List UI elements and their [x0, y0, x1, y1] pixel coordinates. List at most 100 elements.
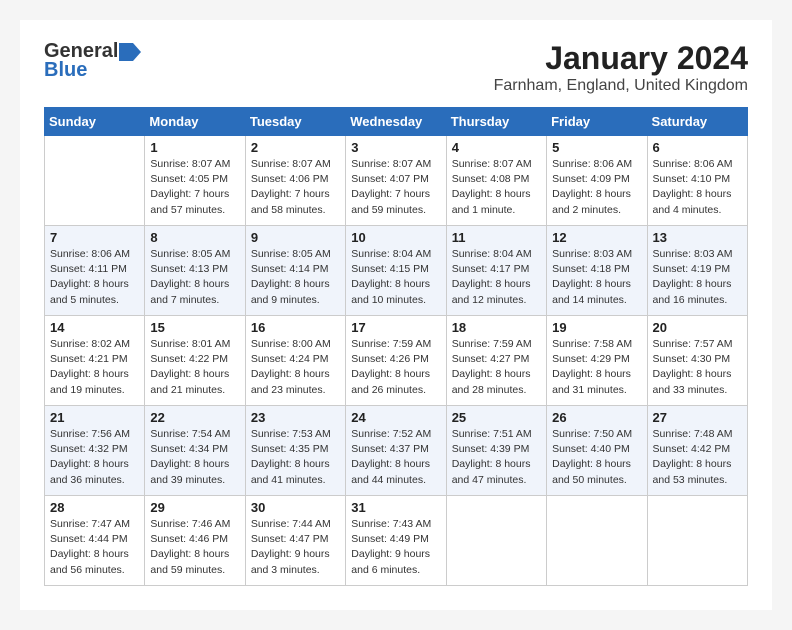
title-block: January 2024 Farnham, England, United Ki…	[494, 40, 748, 95]
calendar-cell: 14 Sunrise: 8:02 AM Sunset: 4:21 PM Dayli…	[45, 316, 145, 406]
calendar-cell	[647, 496, 747, 586]
calendar-cell: 11 Sunrise: 8:04 AM Sunset: 4:17 PM Dayli…	[446, 226, 546, 316]
day-number: 18	[452, 320, 541, 335]
day-info: Sunrise: 7:59 AM Sunset: 4:26 PM Dayligh…	[351, 337, 440, 398]
day-info: Sunrise: 8:04 AM Sunset: 4:17 PM Dayligh…	[452, 247, 541, 308]
calendar-cell: 29Sunrise: 7:46 AM Sunset: 4:46 PM Dayli…	[145, 496, 245, 586]
day-number: 19	[552, 320, 641, 335]
day-number: 5	[552, 140, 641, 155]
day-info: Sunrise: 8:07 AM Sunset: 4:05 PM Dayligh…	[150, 157, 239, 218]
calendar-cell: 30 Sunrise: 7:44 AM Sunset: 4:47 PM Dayli…	[245, 496, 345, 586]
calendar-cell: 16Sunrise: 8:00 AM Sunset: 4:24 PM Dayli…	[245, 316, 345, 406]
calendar-cell	[547, 496, 647, 586]
calendar-cell: 20 Sunrise: 7:57 AM Sunset: 4:30 PM Dayli…	[647, 316, 747, 406]
calendar-week-row: 28 Sunrise: 7:47 AM Sunset: 4:44 PM Dayli…	[45, 496, 748, 586]
day-info: Sunrise: 7:52 AM Sunset: 4:37 PM Dayligh…	[351, 427, 440, 488]
calendar-cell: 6Sunrise: 8:06 AM Sunset: 4:10 PM Daylig…	[647, 136, 747, 226]
day-info: Sunrise: 8:03 AM Sunset: 4:18 PM Dayligh…	[552, 247, 641, 308]
day-info: Sunrise: 8:06 AM Sunset: 4:10 PM Dayligh…	[653, 157, 742, 218]
calendar-cell: 1Sunrise: 8:07 AM Sunset: 4:05 PM Daylig…	[145, 136, 245, 226]
day-info: Sunrise: 7:54 AM Sunset: 4:34 PM Dayligh…	[150, 427, 239, 488]
day-number: 14	[50, 320, 139, 335]
calendar-cell: 19 Sunrise: 7:58 AM Sunset: 4:29 PM Dayli…	[547, 316, 647, 406]
calendar-cell: 25 Sunrise: 7:51 AM Sunset: 4:39 PM Dayli…	[446, 406, 546, 496]
day-number: 22	[150, 410, 239, 425]
day-number: 21	[50, 410, 139, 425]
calendar-cell: 12 Sunrise: 8:03 AM Sunset: 4:18 PM Dayli…	[547, 226, 647, 316]
day-number: 23	[251, 410, 340, 425]
calendar-cell: 24 Sunrise: 7:52 AM Sunset: 4:37 PM Dayli…	[346, 406, 446, 496]
calendar-cell: 8Sunrise: 8:05 AM Sunset: 4:13 PM Daylig…	[145, 226, 245, 316]
day-number: 29	[150, 500, 239, 515]
day-number: 31	[351, 500, 440, 515]
calendar-cell: 9 Sunrise: 8:05 AM Sunset: 4:14 PM Daylig…	[245, 226, 345, 316]
calendar-header-cell: Friday	[547, 108, 647, 136]
page: General Blue January 2024 Farnham, Engla…	[20, 20, 772, 610]
day-info: Sunrise: 7:56 AM Sunset: 4:32 PM Dayligh…	[50, 427, 139, 488]
calendar-cell: 22 Sunrise: 7:54 AM Sunset: 4:34 PM Dayli…	[145, 406, 245, 496]
day-info: Sunrise: 8:01 AM Sunset: 4:22 PM Dayligh…	[150, 337, 239, 398]
calendar-cell: 28 Sunrise: 7:47 AM Sunset: 4:44 PM Dayli…	[45, 496, 145, 586]
page-title: January 2024	[494, 40, 748, 77]
day-number: 4	[452, 140, 541, 155]
day-info: Sunrise: 8:07 AM Sunset: 4:08 PM Dayligh…	[452, 157, 541, 218]
calendar-cell	[446, 496, 546, 586]
calendar-cell: 31 Sunrise: 7:43 AM Sunset: 4:49 PM Dayli…	[346, 496, 446, 586]
day-info: Sunrise: 8:07 AM Sunset: 4:06 PM Dayligh…	[251, 157, 340, 218]
calendar-header-row: SundayMondayTuesdayWednesdayThursdayFrid…	[45, 108, 748, 136]
day-info: Sunrise: 7:44 AM Sunset: 4:47 PM Dayligh…	[251, 517, 340, 578]
day-number: 7	[50, 230, 139, 245]
calendar-cell: 5 Sunrise: 8:06 AM Sunset: 4:09 PM Daylig…	[547, 136, 647, 226]
logo-blue-text: Blue	[44, 59, 87, 82]
day-number: 28	[50, 500, 139, 515]
day-info: Sunrise: 8:06 AM Sunset: 4:09 PM Dayligh…	[552, 157, 641, 218]
day-info: Sunrise: 7:50 AM Sunset: 4:40 PM Dayligh…	[552, 427, 641, 488]
day-number: 9	[251, 230, 340, 245]
header: General Blue January 2024 Farnham, Engla…	[44, 40, 748, 95]
day-number: 3	[351, 140, 440, 155]
calendar-cell: 13Sunrise: 8:03 AM Sunset: 4:19 PM Dayli…	[647, 226, 747, 316]
calendar-header-cell: Tuesday	[245, 108, 345, 136]
day-info: Sunrise: 8:04 AM Sunset: 4:15 PM Dayligh…	[351, 247, 440, 308]
calendar-cell	[45, 136, 145, 226]
day-number: 26	[552, 410, 641, 425]
day-info: Sunrise: 8:05 AM Sunset: 4:14 PM Dayligh…	[251, 247, 340, 308]
day-info: Sunrise: 7:43 AM Sunset: 4:49 PM Dayligh…	[351, 517, 440, 578]
calendar-cell: 10 Sunrise: 8:04 AM Sunset: 4:15 PM Dayli…	[346, 226, 446, 316]
calendar-cell: 15Sunrise: 8:01 AM Sunset: 4:22 PM Dayli…	[145, 316, 245, 406]
calendar-cell: 2 Sunrise: 8:07 AM Sunset: 4:06 PM Daylig…	[245, 136, 345, 226]
calendar-cell: 4 Sunrise: 8:07 AM Sunset: 4:08 PM Daylig…	[446, 136, 546, 226]
calendar-cell: 18 Sunrise: 7:59 AM Sunset: 4:27 PM Dayli…	[446, 316, 546, 406]
calendar-table: SundayMondayTuesdayWednesdayThursdayFrid…	[44, 107, 748, 586]
day-info: Sunrise: 8:06 AM Sunset: 4:11 PM Dayligh…	[50, 247, 139, 308]
calendar-cell: 7 Sunrise: 8:06 AM Sunset: 4:11 PM Daylig…	[45, 226, 145, 316]
calendar-header-cell: Monday	[145, 108, 245, 136]
day-info: Sunrise: 7:59 AM Sunset: 4:27 PM Dayligh…	[452, 337, 541, 398]
calendar-week-row: 14 Sunrise: 8:02 AM Sunset: 4:21 PM Dayli…	[45, 316, 748, 406]
day-number: 30	[251, 500, 340, 515]
day-number: 16	[251, 320, 340, 335]
day-number: 10	[351, 230, 440, 245]
day-info: Sunrise: 7:47 AM Sunset: 4:44 PM Dayligh…	[50, 517, 139, 578]
day-number: 2	[251, 140, 340, 155]
day-info: Sunrise: 8:02 AM Sunset: 4:21 PM Dayligh…	[50, 337, 139, 398]
calendar-header-cell: Sunday	[45, 108, 145, 136]
day-info: Sunrise: 7:51 AM Sunset: 4:39 PM Dayligh…	[452, 427, 541, 488]
day-number: 24	[351, 410, 440, 425]
page-subtitle: Farnham, England, United Kingdom	[494, 77, 748, 95]
day-number: 20	[653, 320, 742, 335]
day-info: Sunrise: 7:48 AM Sunset: 4:42 PM Dayligh…	[653, 427, 742, 488]
day-number: 11	[452, 230, 541, 245]
day-number: 25	[452, 410, 541, 425]
day-number: 17	[351, 320, 440, 335]
day-info: Sunrise: 8:05 AM Sunset: 4:13 PM Dayligh…	[150, 247, 239, 308]
day-info: Sunrise: 8:03 AM Sunset: 4:19 PM Dayligh…	[653, 247, 742, 308]
calendar-week-row: 1Sunrise: 8:07 AM Sunset: 4:05 PM Daylig…	[45, 136, 748, 226]
day-info: Sunrise: 7:53 AM Sunset: 4:35 PM Dayligh…	[251, 427, 340, 488]
day-info: Sunrise: 7:57 AM Sunset: 4:30 PM Dayligh…	[653, 337, 742, 398]
day-info: Sunrise: 7:58 AM Sunset: 4:29 PM Dayligh…	[552, 337, 641, 398]
day-number: 12	[552, 230, 641, 245]
calendar-week-row: 21 Sunrise: 7:56 AM Sunset: 4:32 PM Dayli…	[45, 406, 748, 496]
calendar-week-row: 7 Sunrise: 8:06 AM Sunset: 4:11 PM Daylig…	[45, 226, 748, 316]
calendar-cell: 23 Sunrise: 7:53 AM Sunset: 4:35 PM Dayli…	[245, 406, 345, 496]
